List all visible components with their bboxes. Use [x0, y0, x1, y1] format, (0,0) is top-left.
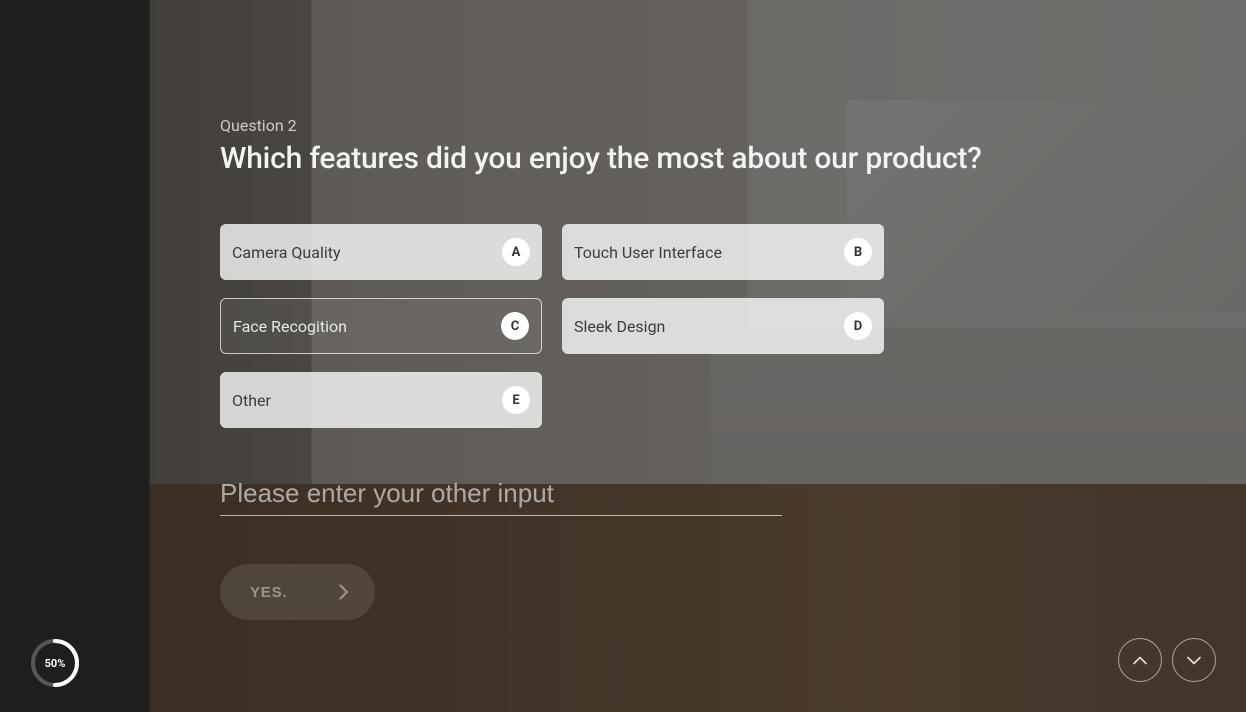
option-label: Touch User Interface — [574, 243, 722, 262]
option-label: Face Recogition — [233, 317, 347, 336]
option-e[interactable]: Other E — [220, 372, 542, 428]
question-number: Question 2 — [220, 116, 1126, 135]
prev-question-button[interactable] — [1118, 638, 1162, 682]
option-a[interactable]: Camera Quality A — [220, 224, 542, 280]
option-b[interactable]: Touch User Interface B — [562, 224, 884, 280]
other-input-wrap — [220, 478, 782, 516]
option-key-badge: E — [502, 386, 530, 414]
chevron-up-icon — [1133, 653, 1147, 668]
option-key-badge: B — [844, 238, 872, 266]
next-question-button[interactable] — [1172, 638, 1216, 682]
option-key-badge: D — [844, 312, 872, 340]
progress-indicator: 50% — [30, 638, 80, 688]
question-title: Which features did you enjoy the most ab… — [220, 141, 1126, 176]
option-label: Sleek Design — [574, 317, 665, 336]
option-label: Camera Quality — [232, 243, 341, 262]
nav-arrows — [1118, 638, 1216, 682]
option-key-badge: C — [501, 312, 529, 340]
submit-button[interactable]: YES. — [220, 564, 375, 620]
other-text-input[interactable] — [220, 478, 782, 509]
option-key-badge: A — [502, 238, 530, 266]
option-label: Other — [232, 391, 271, 410]
chevron-right-icon — [339, 584, 349, 600]
survey-content: Question 2 Which features did you enjoy … — [220, 116, 1126, 620]
chevron-down-icon — [1187, 653, 1201, 668]
options-grid: Camera Quality A Touch User Interface B Face… — [220, 224, 1126, 428]
submit-label: YES. — [250, 584, 287, 601]
option-c[interactable]: Face Recogition C — [220, 298, 542, 354]
progress-label: 50% — [30, 638, 80, 688]
option-d[interactable]: Sleek Design D — [562, 298, 884, 354]
